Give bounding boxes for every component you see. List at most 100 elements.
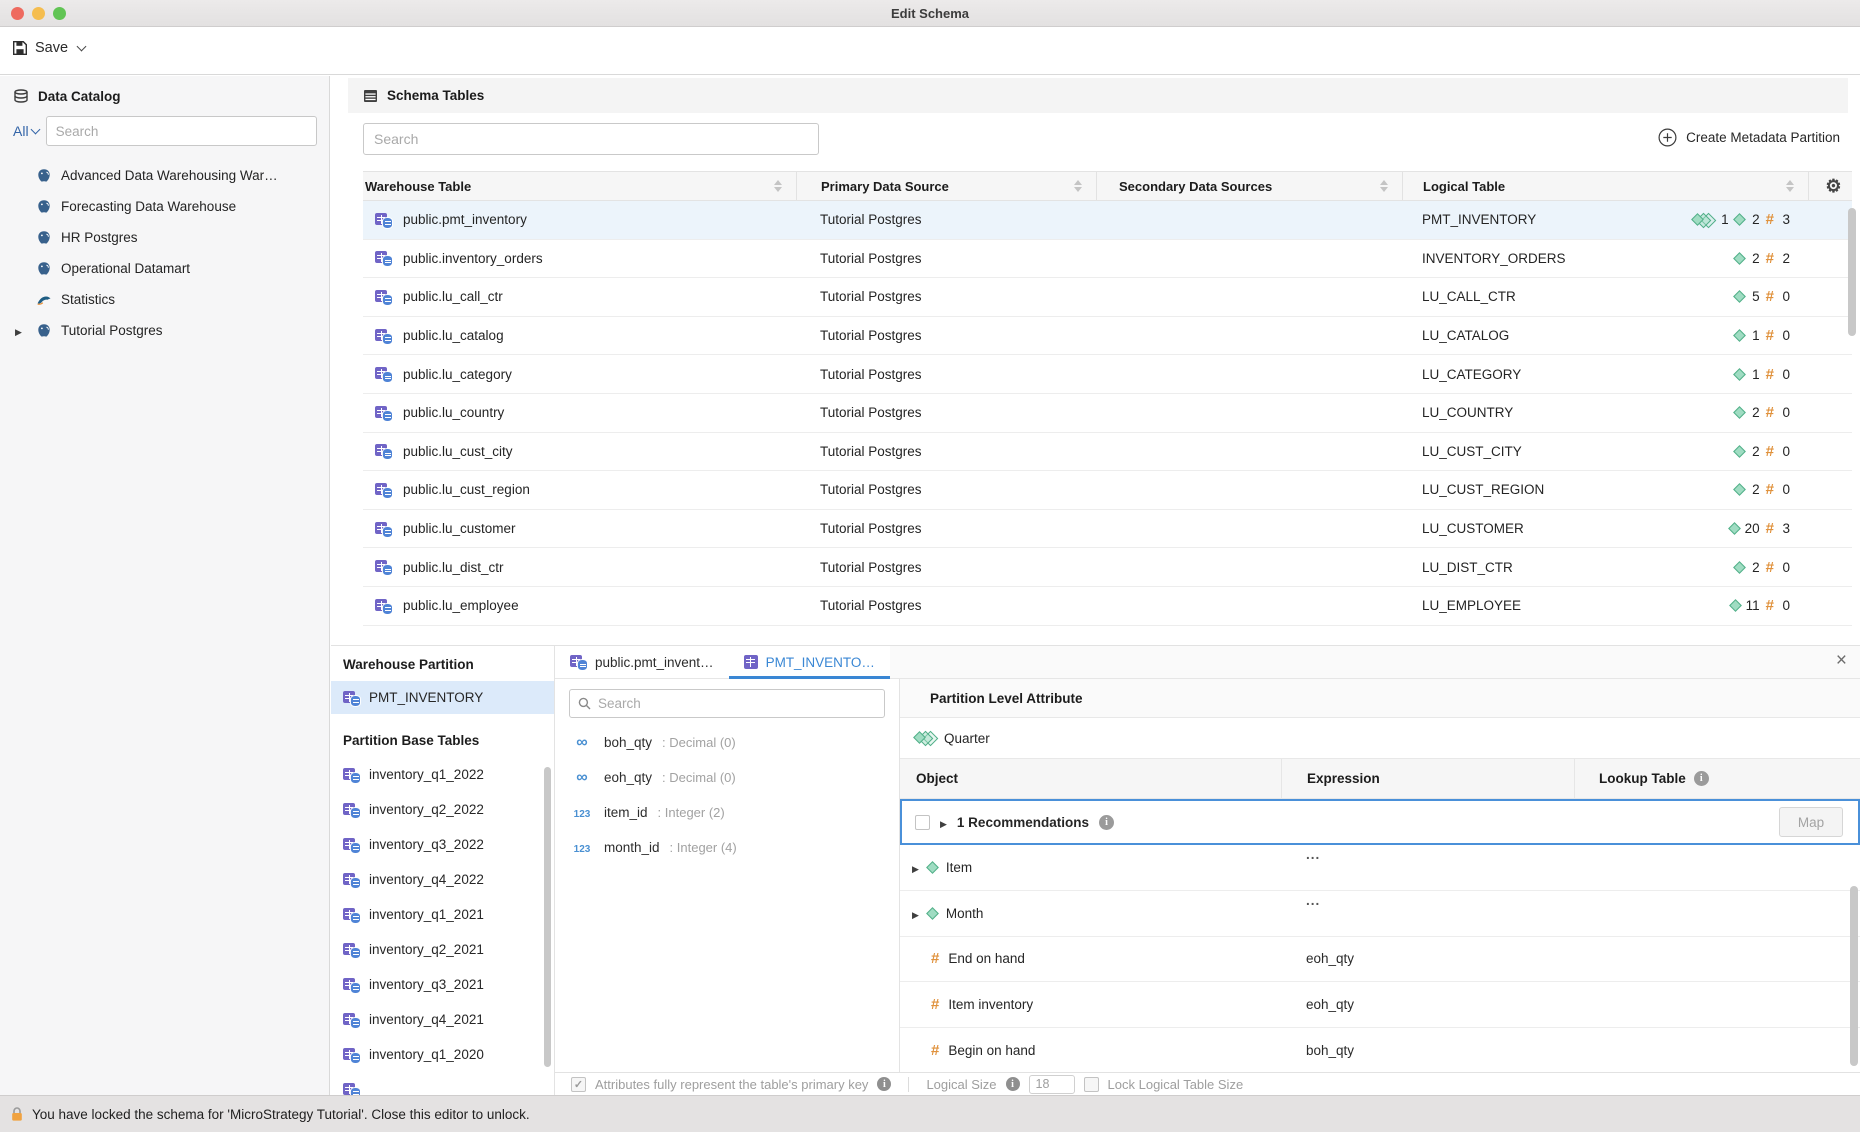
primary-data-source: Tutorial Postgres [820, 251, 922, 266]
table-row[interactable]: public.lu_cust_region Tutorial Postgres … [363, 471, 1852, 510]
list-item-partial[interactable] [331, 1072, 554, 1095]
create-metadata-partition-button[interactable]: Create Metadata Partition [1658, 128, 1840, 147]
warehouse-table-icon [375, 366, 392, 382]
sidebar-item-label: Tutorial Postgres [61, 323, 163, 338]
expand-caret-icon[interactable] [10, 323, 27, 338]
col-warehouse-table[interactable]: Warehouse Table [365, 179, 471, 194]
col-object: Object [916, 771, 958, 786]
list-item[interactable]: inventory_q2_2022 [331, 792, 554, 827]
partition-attribute-row[interactable]: Quarter [900, 718, 1860, 759]
sidebar-item-advanced-dw[interactable]: Advanced Data Warehousing War… [0, 160, 329, 191]
table-row[interactable]: public.lu_employee Tutorial Postgres LU_… [363, 587, 1852, 626]
search-icon [578, 697, 591, 710]
fact-icon [931, 950, 939, 967]
sort-icon[interactable] [1074, 180, 1082, 192]
table-row[interactable]: public.inventory_orders Tutorial Postgre… [363, 240, 1852, 279]
warehouse-table-icon [343, 872, 360, 888]
list-item[interactable]: item_id: Integer (2) [555, 795, 899, 830]
info-icon[interactable] [1694, 771, 1709, 786]
fact-count: 0 [1780, 328, 1790, 343]
lock-logical-size-checkbox[interactable] [1084, 1077, 1099, 1092]
list-item[interactable]: inventory_q4_2021 [331, 1002, 554, 1037]
table-row[interactable]: public.lu_country Tutorial Postgres LU_C… [363, 394, 1852, 433]
table-row[interactable]: public.lu_catalog Tutorial Postgres LU_C… [363, 317, 1852, 356]
sidebar-item-label: Forecasting Data Warehouse [61, 199, 236, 214]
columns-search[interactable] [569, 689, 885, 718]
list-item[interactable]: eoh_qty: Decimal (0) [555, 760, 899, 795]
warehouse-table-icon [375, 482, 392, 498]
logical-table-name: PMT_INVENTORY [1422, 212, 1536, 227]
catalog-search-input[interactable] [46, 116, 317, 146]
table-row[interactable]: public.lu_category Tutorial Postgres LU_… [363, 355, 1852, 394]
table-options-bar: Attributes fully represent the table's p… [555, 1072, 1860, 1095]
fact-count: 3 [1780, 521, 1790, 536]
table-row[interactable]: public.lu_call_ctr Tutorial Postgres LU_… [363, 278, 1852, 317]
mapping-row[interactable]: Item ... [900, 845, 1860, 891]
table-row[interactable]: public.lu_customer Tutorial Postgres LU_… [363, 510, 1852, 549]
info-icon[interactable] [877, 1077, 891, 1091]
sort-icon[interactable] [1380, 180, 1388, 192]
list-item[interactable]: inventory_q3_2021 [331, 967, 554, 1002]
warehouse-table-icon [343, 1047, 360, 1063]
col-logical-table[interactable]: Logical Table [1423, 179, 1505, 194]
info-icon[interactable] [1099, 815, 1114, 830]
mapping-row[interactable]: Month ... [900, 891, 1860, 937]
gear-icon[interactable] [1825, 176, 1841, 197]
logical-size-input[interactable] [1029, 1075, 1075, 1094]
list-item[interactable]: month_id: Integer (4) [555, 830, 899, 865]
chevron-down-icon[interactable] [77, 41, 87, 51]
recommendations-row[interactable]: 1 Recommendations Map [900, 799, 1860, 845]
logical-table-name: LU_CATALOG [1422, 328, 1509, 343]
warehouse-partition-item[interactable]: PMT_INVENTORY [331, 681, 554, 714]
columns-search-input[interactable] [598, 696, 876, 711]
filter-dropdown[interactable]: All [13, 123, 39, 139]
mapping-row[interactable]: Begin on hand boh_qty [900, 1028, 1860, 1072]
primary-key-checkbox[interactable] [571, 1077, 586, 1092]
status-bar: You have locked the schema for 'MicroStr… [0, 1095, 1860, 1132]
close-icon[interactable] [1836, 651, 1847, 670]
lock-logical-size-label: Lock Logical Table Size [1108, 1077, 1244, 1092]
list-item[interactable]: inventory_q1_2022 [331, 757, 554, 792]
expand-caret-icon[interactable] [912, 906, 919, 921]
save-button[interactable]: Save [12, 40, 85, 56]
logical-table-name: INVENTORY_ORDERS [1422, 251, 1566, 266]
list-item[interactable]: inventory_q1_2021 [331, 897, 554, 932]
sidebar-item-forecasting-dw[interactable]: Forecasting Data Warehouse [0, 191, 329, 222]
list-item[interactable]: inventory_q3_2022 [331, 827, 554, 862]
table-row[interactable]: public.lu_cust_city Tutorial Postgres LU… [363, 433, 1852, 472]
list-item[interactable]: inventory_q4_2022 [331, 862, 554, 897]
expand-caret-icon[interactable] [940, 815, 947, 830]
mapping-row[interactable]: Item inventory eoh_qty [900, 982, 1860, 1028]
list-item[interactable]: boh_qty: Decimal (0) [555, 725, 899, 760]
table-row[interactable]: public.lu_dist_ctr Tutorial Postgres LU_… [363, 548, 1852, 587]
partition-base-tables-title: Partition Base Tables [331, 714, 554, 748]
tab-logical-table[interactable]: PMT_INVENTO… [729, 646, 890, 678]
table-row[interactable]: public.pmt_inventory Tutorial Postgres P… [363, 201, 1852, 240]
sidebar-item-tutorial-postgres[interactable]: Tutorial Postgres [0, 315, 329, 346]
table-columns-panel: boh_qty: Decimal (0) eoh_qty: Decimal (0… [555, 679, 900, 1072]
table-scrollbar[interactable] [1848, 208, 1856, 622]
logical-table-name: LU_CATEGORY [1422, 367, 1521, 382]
col-primary-data-source[interactable]: Primary Data Source [821, 179, 949, 194]
sort-icon[interactable] [1786, 180, 1794, 192]
list-scrollbar[interactable] [544, 767, 551, 1067]
mysql-icon [36, 292, 52, 308]
sort-icon[interactable] [774, 180, 782, 192]
primary-data-source: Tutorial Postgres [820, 328, 922, 343]
tab-warehouse-table[interactable]: public.pmt_invent… [555, 646, 729, 678]
recommendations-checkbox[interactable] [915, 815, 930, 830]
mapping-scrollbar[interactable] [1850, 886, 1858, 1066]
sidebar-item-hr-postgres[interactable]: HR Postgres [0, 222, 329, 253]
map-button[interactable]: Map [1779, 807, 1843, 837]
list-item[interactable]: inventory_q1_2020 [331, 1037, 554, 1072]
sidebar-item-statistics[interactable]: Statistics [0, 284, 329, 315]
schema-tables-search-input[interactable] [363, 123, 819, 155]
col-secondary-data-sources[interactable]: Secondary Data Sources [1119, 179, 1272, 194]
warehouse-table-icon [375, 328, 392, 344]
fact-icon [1766, 211, 1774, 228]
sidebar-item-operational-datamart[interactable]: Operational Datamart [0, 253, 329, 284]
info-icon[interactable] [1006, 1077, 1020, 1091]
expand-caret-icon[interactable] [912, 860, 919, 875]
list-item[interactable]: inventory_q2_2021 [331, 932, 554, 967]
mapping-row[interactable]: End on hand eoh_qty [900, 937, 1860, 983]
